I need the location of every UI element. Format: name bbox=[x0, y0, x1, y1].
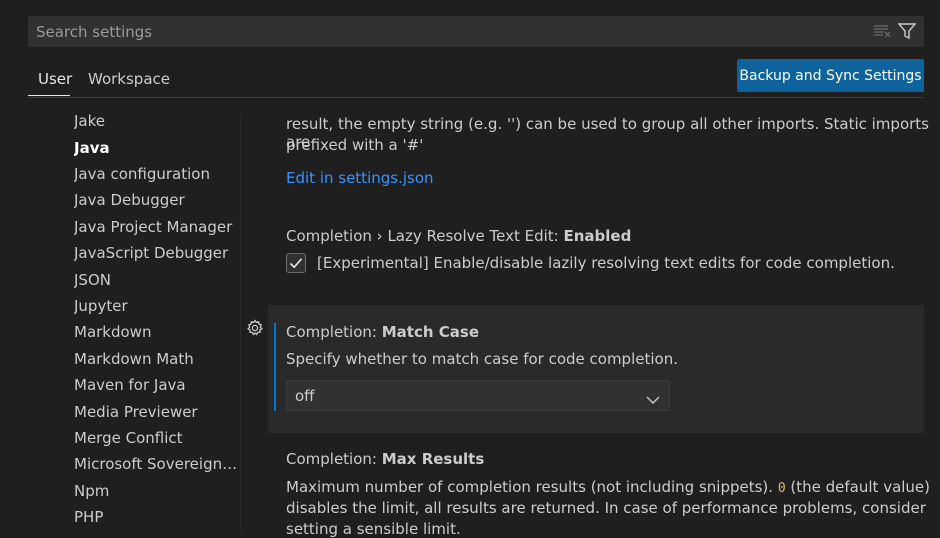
toc-item-java[interactable]: Java bbox=[74, 139, 240, 157]
toc-item-microsoft-sovereign-cloud[interactable]: Microsoft Sovereign C... bbox=[74, 455, 240, 473]
match-case-setting-title: Completion: Match Case bbox=[286, 323, 479, 341]
lazy-resolve-setting-title: Completion › Lazy Resolve Text Edit: Ena… bbox=[286, 227, 631, 245]
toc-item-json[interactable]: JSON bbox=[74, 271, 240, 289]
toc-item-jake[interactable]: Jake bbox=[74, 112, 240, 130]
toc-item-java-configuration[interactable]: Java configuration bbox=[74, 165, 240, 183]
toc-divider bbox=[240, 115, 241, 531]
tab-user[interactable]: User bbox=[38, 70, 72, 88]
max-results-setting-title: Completion: Max Results bbox=[286, 450, 484, 468]
chevron-down-icon bbox=[646, 391, 660, 409]
toc-item-merge-conflict[interactable]: Merge Conflict bbox=[74, 429, 240, 447]
text: Maximum number of completion results (no… bbox=[286, 478, 778, 496]
settings-search-box[interactable] bbox=[28, 16, 924, 47]
focus-indicator bbox=[274, 323, 276, 411]
toc-item-java-project-manager[interactable]: Java Project Manager bbox=[74, 218, 240, 236]
filter-icon[interactable] bbox=[897, 23, 917, 44]
match-case-select[interactable]: off bbox=[286, 380, 670, 411]
setting-name: Enabled bbox=[563, 227, 632, 245]
text: (the default value) bbox=[785, 478, 931, 496]
lazy-resolve-checkbox[interactable] bbox=[286, 253, 306, 273]
toc-item-npm[interactable]: Npm bbox=[74, 482, 240, 500]
setting-category: Completion: bbox=[286, 323, 382, 341]
lazy-resolve-checkbox-label: [Experimental] Enable/disable lazily res… bbox=[317, 254, 895, 272]
settings-toc: Jake Java Java configuration Java Debugg… bbox=[0, 108, 240, 531]
match-case-description: Specify whether to match case for code c… bbox=[286, 350, 678, 368]
code-value: 0 bbox=[777, 481, 786, 496]
active-tab-indicator bbox=[28, 95, 70, 96]
toc-item-jupyter[interactable]: Jupyter bbox=[74, 297, 240, 315]
toc-item-maven-for-java[interactable]: Maven for Java bbox=[74, 376, 240, 394]
setting-category: Completion: bbox=[286, 450, 382, 468]
search-input[interactable] bbox=[36, 16, 856, 47]
toc-item-javascript-debugger[interactable]: JavaScript Debugger bbox=[74, 244, 240, 262]
checkmark-icon bbox=[289, 258, 303, 269]
toc-item-markdown-math[interactable]: Markdown Math bbox=[74, 350, 240, 368]
select-value: off bbox=[295, 387, 315, 405]
tabs-divider bbox=[28, 97, 924, 98]
toc-item-php[interactable]: PHP bbox=[74, 508, 240, 526]
backup-and-sync-button[interactable]: Backup and Sync Settings bbox=[737, 59, 924, 92]
gear-icon[interactable] bbox=[246, 319, 264, 341]
setting-name: Max Results bbox=[381, 450, 485, 468]
edit-in-settings-json-link[interactable]: Edit in settings.json bbox=[286, 169, 434, 187]
clear-filter-icon[interactable] bbox=[874, 24, 892, 42]
toc-item-media-previewer[interactable]: Media Previewer bbox=[74, 403, 240, 421]
import-order-description-line2: prefixed with a '#' bbox=[286, 136, 424, 154]
max-results-description-line2: disables the limit, all results are retu… bbox=[286, 499, 926, 517]
toc-item-java-debugger[interactable]: Java Debugger bbox=[74, 191, 240, 209]
setting-name: Match Case bbox=[381, 323, 479, 341]
toc-item-markdown[interactable]: Markdown bbox=[74, 323, 240, 341]
max-results-description-line3: setting a sensible limit. bbox=[286, 520, 461, 538]
setting-category: Completion › Lazy Resolve Text Edit: bbox=[286, 227, 564, 245]
max-results-description-line1: Maximum number of completion results (no… bbox=[286, 478, 930, 496]
tab-workspace[interactable]: Workspace bbox=[88, 70, 170, 88]
